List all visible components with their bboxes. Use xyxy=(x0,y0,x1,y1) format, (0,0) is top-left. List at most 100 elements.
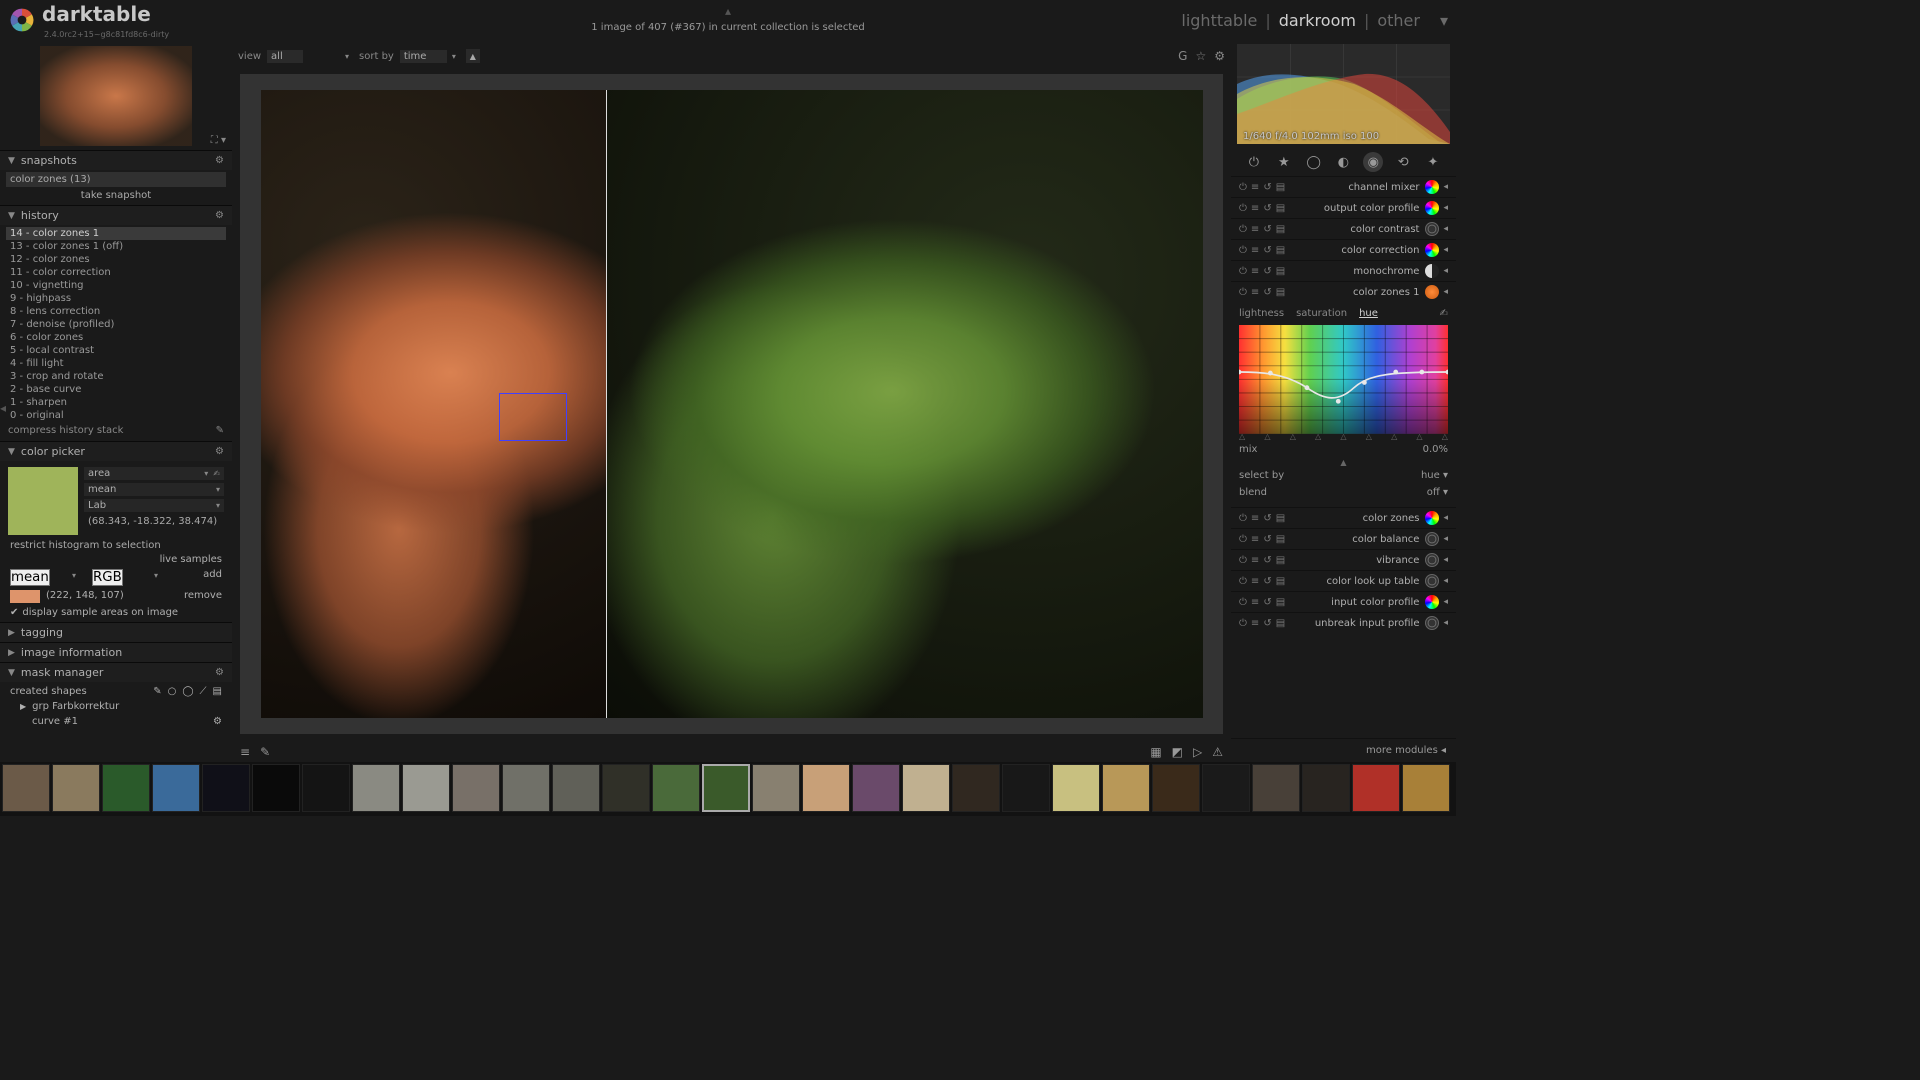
filmstrip-thumb[interactable] xyxy=(652,764,700,812)
module-reset-icon[interactable]: ↺ xyxy=(1263,245,1271,256)
mode-menu-chevron-icon[interactable]: ▾ xyxy=(1440,11,1448,30)
more-modules-button[interactable]: more modules ◂ xyxy=(1231,738,1456,762)
module-preset-icon[interactable]: ▤ xyxy=(1276,534,1285,545)
filmstrip-thumb[interactable] xyxy=(452,764,500,812)
module-multi-icon[interactable]: ≡ xyxy=(1251,576,1259,587)
module-enable-icon[interactable]: ⏻ xyxy=(1239,203,1247,214)
navigation-thumb[interactable]: ⛶ ▾ xyxy=(0,40,232,150)
quick-presets-icon[interactable]: ≡ xyxy=(240,745,250,759)
circle-icon[interactable]: ○ xyxy=(168,686,177,697)
group-effect-icon[interactable]: ✦ xyxy=(1423,152,1443,172)
history-item[interactable]: 9 - highpass xyxy=(6,292,226,305)
module-reset-icon[interactable]: ↺ xyxy=(1263,224,1271,235)
mix-value[interactable]: 0.0% xyxy=(1423,444,1448,455)
history-item[interactable]: 8 - lens correction xyxy=(6,305,226,318)
expand-left-handle[interactable]: ◂ xyxy=(0,401,6,415)
filmstrip-thumb[interactable] xyxy=(1252,764,1300,812)
module-reset-icon[interactable]: ↺ xyxy=(1263,287,1271,298)
module-monochrome[interactable]: ⏻≡↺▤monochrome◂ xyxy=(1231,260,1456,281)
select-by-value[interactable]: hue ▾ xyxy=(1421,470,1448,481)
picker-add-button[interactable]: add xyxy=(203,569,222,586)
filmstrip-thumb[interactable] xyxy=(352,764,400,812)
module-preset-icon[interactable]: ▤ xyxy=(1276,618,1285,629)
history-item[interactable]: 13 - color zones 1 (off) xyxy=(6,240,226,253)
picker-remove-button[interactable]: remove xyxy=(184,590,222,603)
color-picker-rectangle[interactable] xyxy=(499,393,567,441)
module-preset-icon[interactable]: ▤ xyxy=(1276,266,1285,277)
group-active-icon[interactable]: ⏻ xyxy=(1244,152,1264,172)
mask-curve[interactable]: curve #1 xyxy=(32,716,78,727)
module-multi-icon[interactable]: ≡ xyxy=(1251,182,1259,193)
filmstrip-thumb[interactable] xyxy=(802,764,850,812)
filmstrip-thumb[interactable] xyxy=(102,764,150,812)
filmstrip-thumb[interactable] xyxy=(402,764,450,812)
module-color-balance[interactable]: ⏻≡↺▤color balance◂ xyxy=(1231,528,1456,549)
module-preset-icon[interactable]: ▤ xyxy=(1276,576,1285,587)
group-basic-icon[interactable]: ◯ xyxy=(1304,152,1324,172)
softproof-icon[interactable]: ▦ xyxy=(1150,745,1161,759)
module-reset-icon[interactable]: ↺ xyxy=(1263,266,1271,277)
view-select[interactable]: all xyxy=(267,50,303,63)
module-enable-icon[interactable]: ⏻ xyxy=(1239,534,1247,545)
restrict-histogram-label[interactable]: restrict histogram to selection xyxy=(6,539,226,552)
module-color-correction[interactable]: ⏻≡↺▤color correction◂ xyxy=(1231,239,1456,260)
module-color-look-up-table[interactable]: ⏻≡↺▤color look up table◂ xyxy=(1231,570,1456,591)
gradient-icon[interactable]: ▤ xyxy=(213,686,222,697)
group-correct-icon[interactable]: ⟲ xyxy=(1393,152,1413,172)
module-enable-icon[interactable]: ⏻ xyxy=(1239,287,1247,298)
module-output-color-profile[interactable]: ⏻≡↺▤output color profile◂ xyxy=(1231,197,1456,218)
module-enable-icon[interactable]: ⏻ xyxy=(1239,266,1247,277)
module-reset-icon[interactable]: ↺ xyxy=(1263,513,1271,524)
sort-select[interactable]: time xyxy=(400,50,447,63)
sort-direction-button[interactable]: ▲ xyxy=(466,49,480,63)
module-reset-icon[interactable]: ↺ xyxy=(1263,618,1271,629)
filmstrip-thumb[interactable] xyxy=(902,764,950,812)
module-enable-icon[interactable]: ⏻ xyxy=(1239,182,1247,193)
module-channel-mixer[interactable]: ⏻≡↺▤channel mixer◂ xyxy=(1231,176,1456,197)
gear-icon[interactable]: ⚙ xyxy=(213,716,222,727)
module-color-zones-1[interactable]: ⏻≡↺▤color zones 1◂ xyxy=(1231,281,1456,302)
module-preset-icon[interactable]: ▤ xyxy=(1276,245,1285,256)
module-multi-icon[interactable]: ≡ xyxy=(1251,513,1259,524)
module-expand-icon[interactable]: ◂ xyxy=(1443,266,1448,276)
module-expand-icon[interactable]: ◂ xyxy=(1443,576,1448,586)
module-expand-icon[interactable]: ◂ xyxy=(1443,245,1448,255)
brush-icon[interactable]: ✎ xyxy=(153,686,161,697)
module-input-color-profile[interactable]: ⏻≡↺▤input color profile◂ xyxy=(1231,591,1456,612)
module-reset-icon[interactable]: ↺ xyxy=(1263,203,1271,214)
filmstrip-thumb[interactable] xyxy=(1152,764,1200,812)
filmstrip-thumb[interactable] xyxy=(502,764,550,812)
history-item[interactable]: 12 - color zones xyxy=(6,253,226,266)
history-styles-icon[interactable]: ✎ xyxy=(216,425,224,436)
module-color-contrast[interactable]: ⏻≡↺▤color contrast◂ xyxy=(1231,218,1456,239)
module-multi-icon[interactable]: ≡ xyxy=(1251,555,1259,566)
module-multi-icon[interactable]: ≡ xyxy=(1251,224,1259,235)
history-item[interactable]: 14 - color zones 1 xyxy=(6,227,226,240)
cz-tab-hue[interactable]: hue xyxy=(1359,308,1378,319)
module-expand-icon[interactable]: ◂ xyxy=(1443,555,1448,565)
take-snapshot-button[interactable]: take snapshot xyxy=(6,188,226,203)
group-tone-icon[interactable]: ◐ xyxy=(1333,152,1353,172)
star-icon[interactable]: ☆ xyxy=(1195,49,1206,63)
module-expand-icon[interactable]: ◂ xyxy=(1443,287,1448,297)
picker-space2-select[interactable]: RGB xyxy=(92,569,123,586)
tagging-header[interactable]: ▶ tagging xyxy=(0,623,232,642)
module-reset-icon[interactable]: ↺ xyxy=(1263,555,1271,566)
module-preset-icon[interactable]: ▤ xyxy=(1276,182,1285,193)
module-reset-icon[interactable]: ↺ xyxy=(1263,597,1271,608)
module-multi-icon[interactable]: ≡ xyxy=(1251,287,1259,298)
settings-icon[interactable]: ⚙ xyxy=(1214,49,1225,63)
module-enable-icon[interactable]: ⏻ xyxy=(1239,245,1247,256)
history-item[interactable]: 5 - local contrast xyxy=(6,344,226,357)
module-unbreak-input-profile[interactable]: ⏻≡↺▤unbreak input profile◂ xyxy=(1231,612,1456,633)
history-item[interactable]: 6 - color zones xyxy=(6,331,226,344)
module-expand-icon[interactable]: ◂ xyxy=(1443,203,1448,213)
filmstrip-thumb[interactable] xyxy=(1402,764,1450,812)
blend-value[interactable]: off ▾ xyxy=(1427,487,1448,498)
filmstrip-thumb[interactable] xyxy=(1102,764,1150,812)
filmstrip-thumb[interactable] xyxy=(152,764,200,812)
history-item[interactable]: 3 - crop and rotate xyxy=(6,370,226,383)
snapshot-split-line[interactable] xyxy=(606,90,607,718)
module-preset-icon[interactable]: ▤ xyxy=(1276,224,1285,235)
module-expand-icon[interactable]: ◂ xyxy=(1443,513,1448,523)
